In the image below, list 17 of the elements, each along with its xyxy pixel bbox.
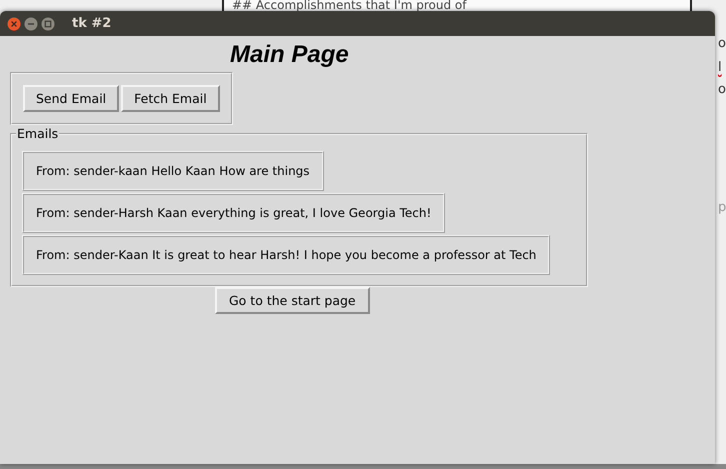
close-icon[interactable] [7,16,21,30]
start-page-button[interactable]: Go to the start page [215,287,370,314]
email-label: From: sender-Harsh Kaan everything is great, I love Georgia Tech! [22,193,446,233]
frame-label: Emails [16,127,60,141]
page-title: Main Page [230,40,349,69]
maximize-icon[interactable] [41,16,55,30]
window-title: tk #2 [72,16,112,31]
email-label: From: sender-Kaan It is great to hear Harsh! I hope you become a professor at Tech [22,235,550,275]
text-fragment: p [718,200,726,216]
email-label: From: sender-kaan Hello Kaan How are things [22,151,324,191]
text-fragment: l [718,60,722,76]
text-fragment: o [718,82,726,98]
background-heading: ## Accomplishments that I'm proud of [232,0,466,11]
toolbar-button[interactable]: Send Email [23,85,120,112]
text-fragment: o [718,36,726,52]
toolbar-button[interactable]: Fetch Email [121,85,220,112]
minimize-icon[interactable] [24,16,38,30]
